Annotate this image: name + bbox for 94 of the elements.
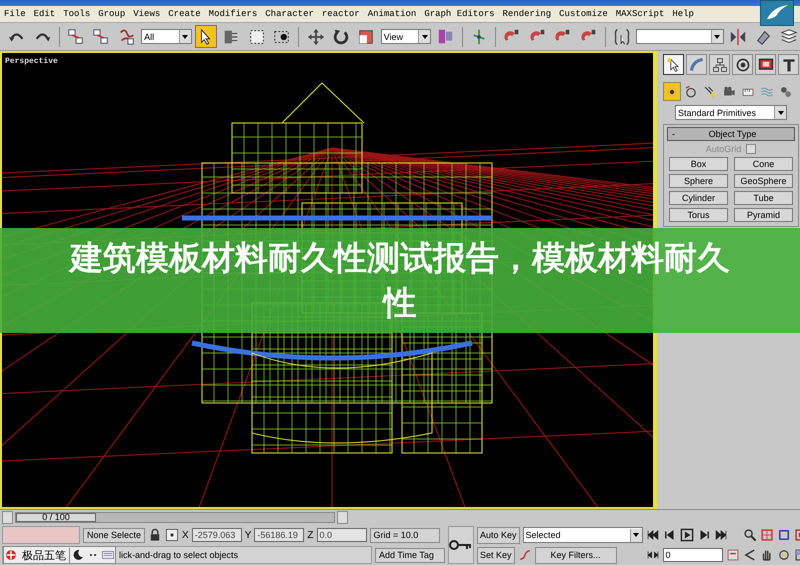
menu-item[interactable]: Group <box>98 9 126 19</box>
rollout-header[interactable]: - Object Type <box>667 127 795 141</box>
banner-title: 建筑模板材料耐久性测试报告，模板材料耐久性 <box>67 236 731 324</box>
key-filters-button[interactable]: Key Filters... <box>534 546 617 564</box>
dropdown[interactable]: View <box>380 29 432 44</box>
primitive-button[interactable]: GeoSphere <box>734 174 793 188</box>
dropdown[interactable]: All <box>141 29 192 44</box>
menu-item[interactable]: Graph Editors <box>424 9 495 19</box>
menu-item[interactable]: Rendering <box>502 9 552 19</box>
curve-icon[interactable] <box>518 548 532 562</box>
squiggle-icon <box>118 28 136 46</box>
menu-item[interactable]: Modifiers <box>208 9 258 19</box>
shapes-icon <box>684 84 698 98</box>
category-tab[interactable] <box>663 82 681 101</box>
hierarchy-icon <box>712 56 728 72</box>
category-dropdown[interactable]: Standard Primitives <box>675 105 787 120</box>
panel-tab[interactable] <box>663 54 684 75</box>
pivot-icon <box>436 28 455 46</box>
auto-key-button[interactable]: Auto Key <box>477 526 520 544</box>
menu-item[interactable]: reactor <box>322 9 360 19</box>
keyboard-icon[interactable] <box>101 548 115 562</box>
panel-tab[interactable] <box>709 54 730 75</box>
grid-size: Grid = 10.0 <box>370 528 440 542</box>
key-mode-dropdown[interactable]: Selected <box>522 527 643 543</box>
zoom-icon[interactable] <box>742 528 757 542</box>
rotate-icon <box>332 28 350 46</box>
menu-item[interactable]: Character <box>265 9 314 19</box>
primitive-button[interactable]: Sphere <box>669 174 728 188</box>
named-selection-dropdown[interactable] <box>636 29 724 44</box>
time-slider-thumb[interactable]: 0 / 100 <box>16 512 96 522</box>
camera-icon <box>722 84 736 98</box>
coordinate-label: Z <box>307 530 314 540</box>
gears-icon <box>779 84 793 98</box>
toolbar-button[interactable] <box>194 25 218 48</box>
list-icon <box>222 28 240 46</box>
autogrid-label: AutoGrid <box>706 144 742 154</box>
menu-item[interactable]: File <box>4 9 26 19</box>
square-icon <box>357 28 376 46</box>
coordinate-label: Y <box>244 530 252 540</box>
add-time-tag[interactable]: Add Time Tag <box>375 548 445 562</box>
ime-logo-icon[interactable] <box>4 548 18 562</box>
frame-field[interactable]: 0 <box>662 548 723 562</box>
coordinate-field[interactable]: -2579.063 <box>192 528 242 542</box>
zoom-extents-icon[interactable] <box>776 528 791 542</box>
primitive-button[interactable]: Box <box>669 157 728 171</box>
transform-mode-icon[interactable] <box>165 528 180 542</box>
menu-item[interactable]: Help <box>672 9 694 19</box>
menu-item[interactable]: Animation <box>368 9 416 19</box>
layers-icon <box>780 28 798 46</box>
panel-tab[interactable] <box>778 54 799 75</box>
set-key-mode-button[interactable] <box>448 526 474 564</box>
viewport-label[interactable]: Perspective <box>5 57 58 66</box>
light-icon <box>703 84 717 98</box>
orbit-icon[interactable] <box>776 548 791 562</box>
coordinate-field[interactable]: 0.0 <box>316 528 366 542</box>
bent-tube-icon <box>688 56 704 72</box>
primitive-button[interactable]: Cone <box>734 157 793 171</box>
wheel-icon <box>734 56 750 72</box>
coordinate-label: X <box>182 530 189 540</box>
cursor-star-icon <box>666 56 682 72</box>
skip-start-icon[interactable] <box>646 528 660 542</box>
skip-end-icon[interactable] <box>714 528 728 542</box>
selection-info: None Selecte <box>83 528 146 542</box>
primitive-button[interactable]: Tube <box>734 191 793 205</box>
menu-item[interactable]: Create <box>168 9 201 19</box>
hammer-icon <box>780 56 796 72</box>
field-of-view-icon[interactable] <box>742 548 757 562</box>
coordinate-field[interactable]: -56186.19 <box>254 528 304 542</box>
monitor-icon <box>758 56 774 72</box>
sphere-icon <box>665 84 679 98</box>
menu-item[interactable]: Tools <box>63 9 90 19</box>
menu-item[interactable]: MAXScript <box>616 9 664 19</box>
menu-item[interactable]: Views <box>133 9 160 19</box>
primitive-button[interactable]: Torus <box>669 208 728 222</box>
time-config-icon[interactable] <box>726 548 740 562</box>
panel-tab[interactable] <box>732 54 753 75</box>
panel-tab[interactable] <box>755 54 776 75</box>
brackets-icon <box>612 28 631 46</box>
unlink-icon <box>92 28 110 46</box>
dashed-square-icon <box>248 28 266 46</box>
set-key-button[interactable]: Set Key <box>477 546 515 564</box>
key-icon <box>449 539 473 551</box>
moon-icon[interactable] <box>71 548 85 562</box>
primitive-button[interactable]: Cylinder <box>669 191 728 205</box>
menu-item[interactable]: Customize <box>559 9 608 19</box>
primitive-button[interactable]: Pyramid <box>734 208 793 222</box>
waves-icon <box>760 84 774 98</box>
prompt-text: lick-and-drag to select objects <box>118 550 238 560</box>
time-slider[interactable]: 0 / 100 <box>15 512 335 522</box>
move-icon <box>306 28 325 46</box>
link-icon <box>67 28 86 46</box>
mirror-icon <box>729 28 748 46</box>
menu-item[interactable]: Edit <box>34 9 56 19</box>
play-icon[interactable] <box>680 528 694 542</box>
